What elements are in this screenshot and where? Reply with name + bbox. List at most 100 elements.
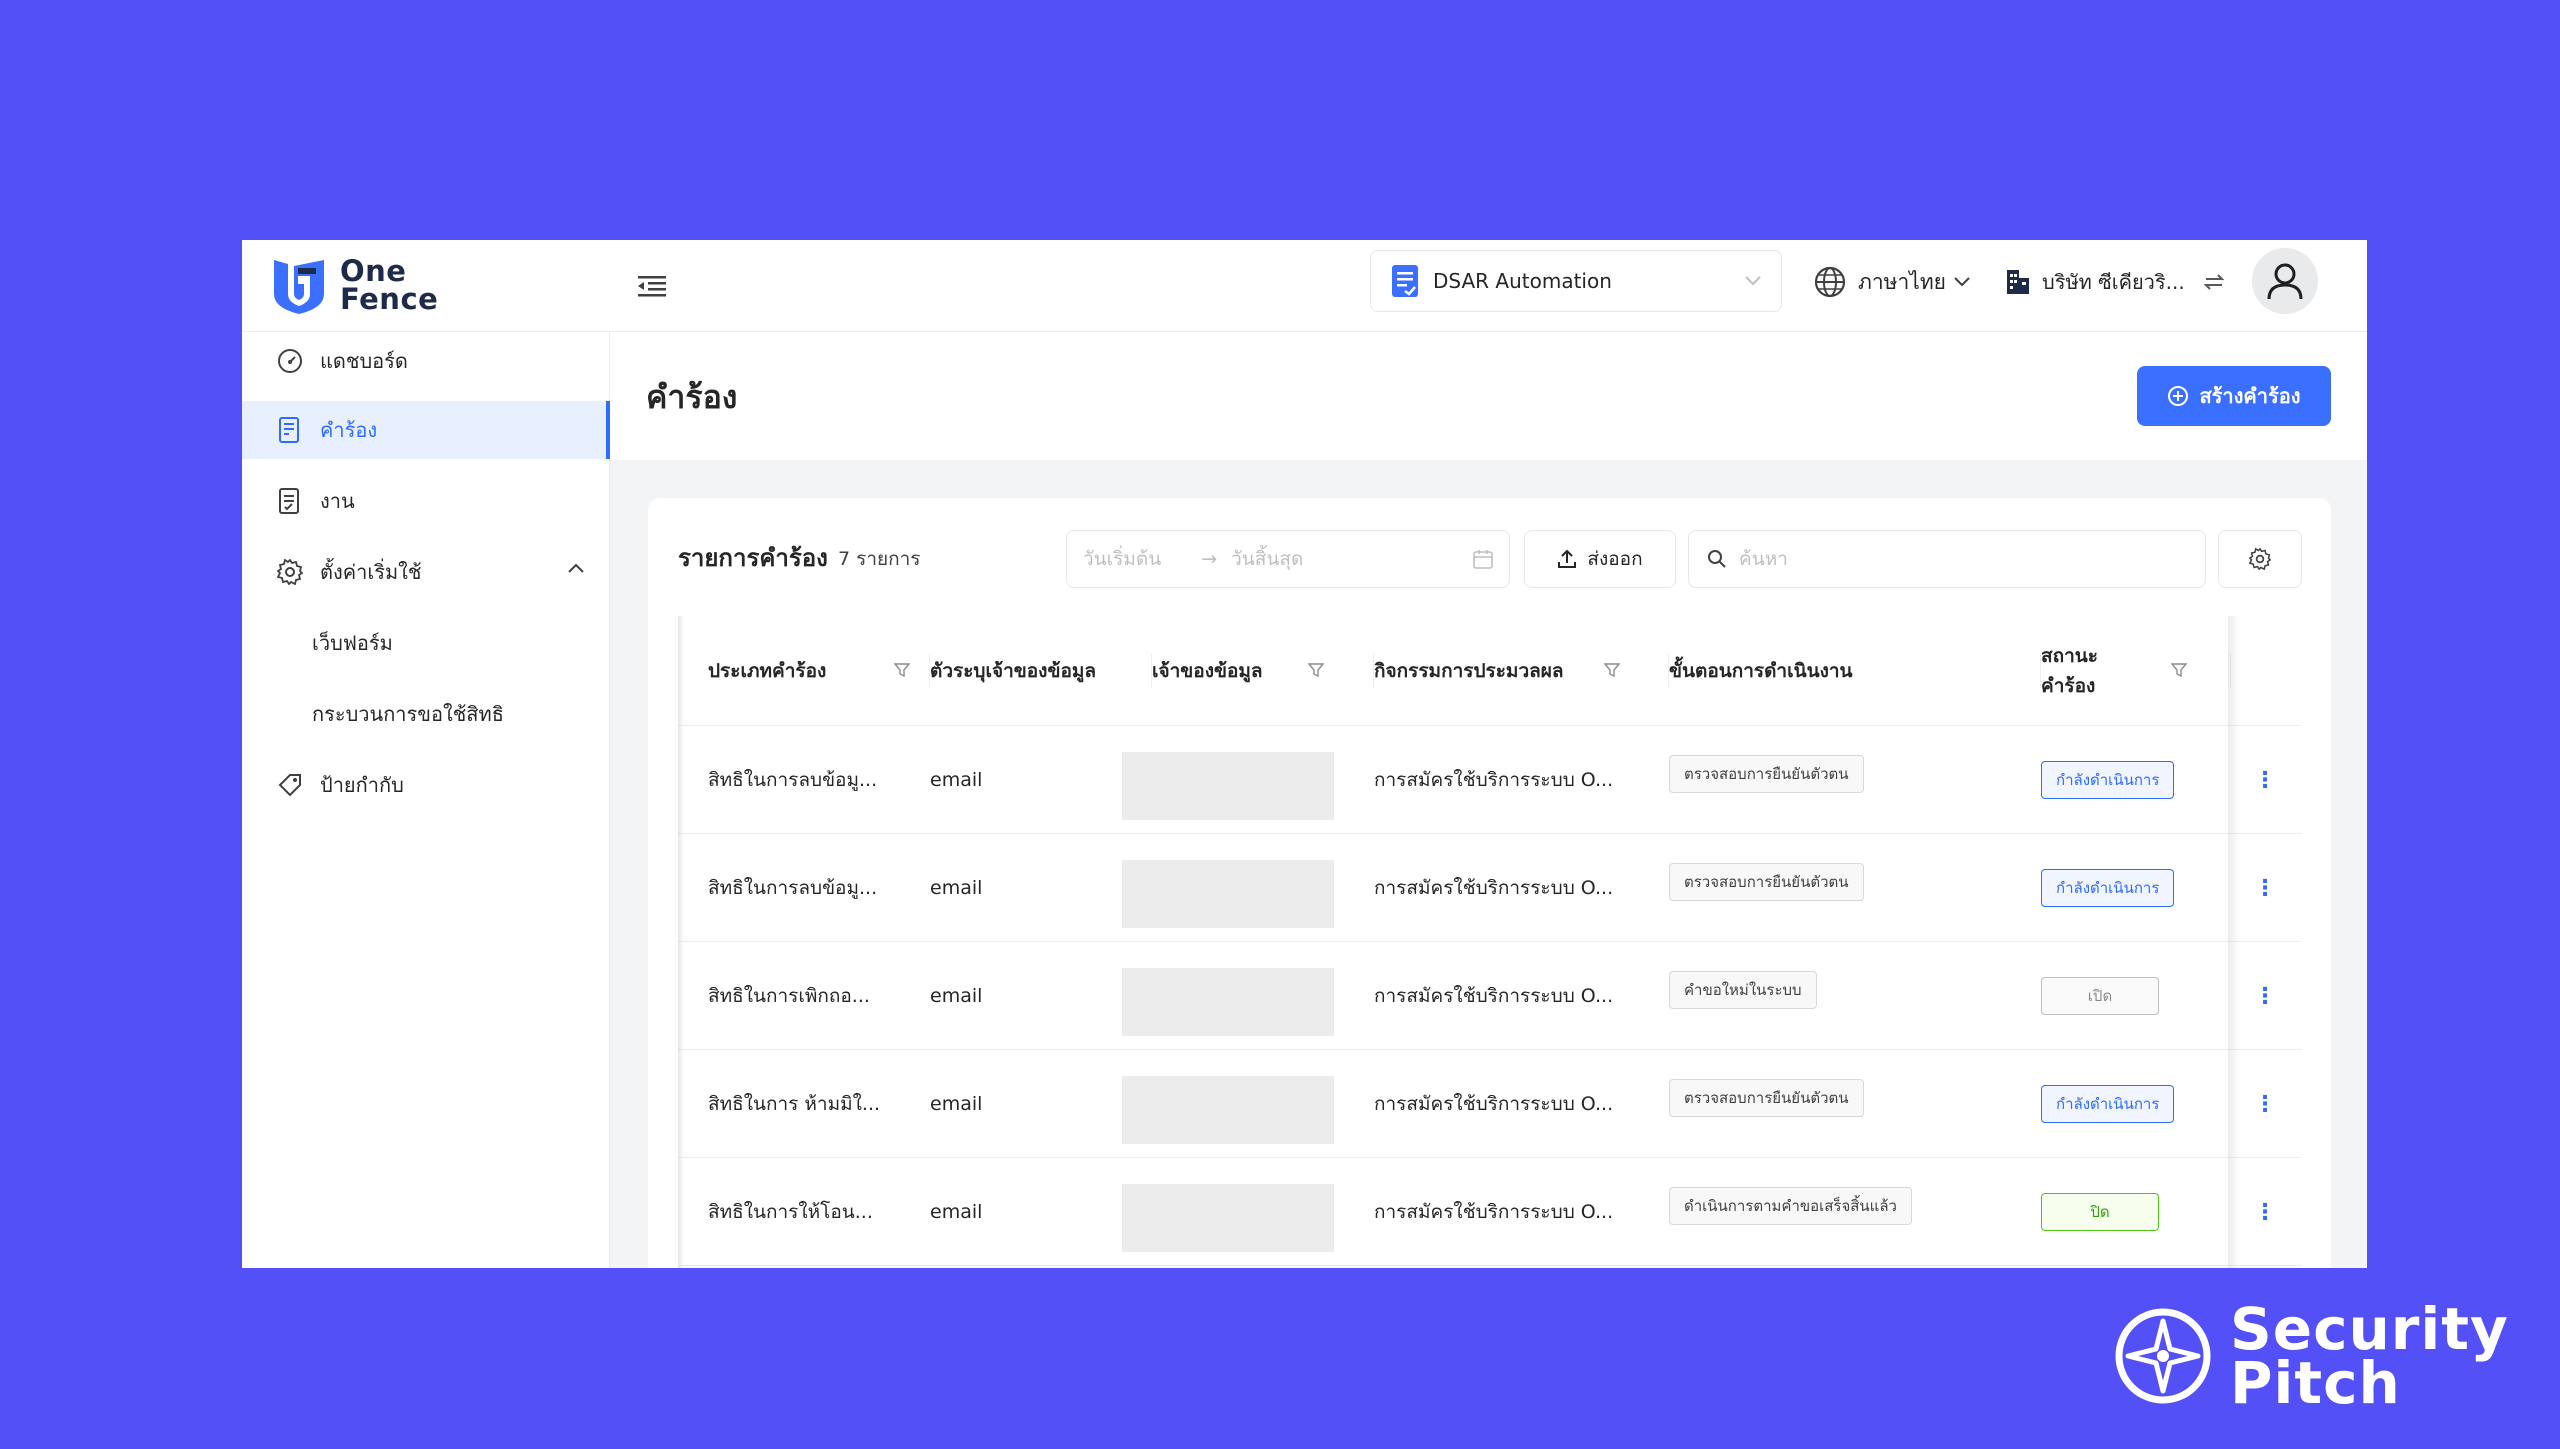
sidebar-item-label: ตั้งค่าเริ่มใช้ (320, 560, 422, 584)
table-row[interactable]: สิทธิในการลบข้อมู... email การสมัครใช้บร… (678, 726, 2302, 834)
shield-logo-icon (274, 260, 324, 314)
cell-request-type: สิทธิในการลบข้อมู... (708, 769, 878, 791)
status-badge[interactable]: กำลังดำเนินการ (2041, 869, 2175, 907)
list-title: รายการคำร้อง (678, 544, 828, 572)
cell-activity: การสมัครใช้บริการระบบ O... (1374, 877, 1614, 899)
top-bar: One Fence DSAR Automation ภาษาไทย บริษัท… (242, 240, 2367, 332)
cell-identifier: email (930, 769, 983, 791)
cell-request-type: สิทธิในการ ห้ามมิใ... (708, 1093, 881, 1115)
redacted-owner (1122, 752, 1334, 820)
menu-collapse-button[interactable] (630, 264, 674, 308)
sidebar-item-rights-process[interactable]: กระบวนการขอใช้สิทธิ (242, 685, 610, 743)
row-more-icon[interactable]: ⋮ (2253, 1198, 2277, 1226)
export-label: ส่งออก (1587, 548, 1643, 570)
user-icon (2267, 263, 2303, 300)
date-range-picker[interactable]: วันเริ่มต้น → วันสิ้นสุด (1066, 530, 1510, 588)
sidebar-item-label: คำร้อง (320, 418, 378, 442)
sidebar-item-tags[interactable]: ป้ายกำกับ (242, 756, 610, 814)
row-more-icon[interactable]: ⋮ (2253, 982, 2277, 1010)
scroll-shadow-left (678, 616, 684, 1268)
status-badge[interactable]: กำลังดำเนินการ (2041, 761, 2175, 799)
export-button[interactable]: ส่งออก (1524, 530, 1676, 588)
table-settings-button[interactable] (2218, 530, 2302, 588)
column-header-activity: กิจกรรมการประมวลผล (1374, 616, 1669, 726)
table-row[interactable]: สิทธิในการเพิกถอ... email การสมัครใช้บริ… (678, 942, 2302, 1050)
cell-activity: การสมัครใช้บริการระบบ O... (1374, 769, 1614, 791)
brand-line1: Security (2230, 1295, 2509, 1363)
sidebar-item-label: แดชบอร์ด (320, 349, 408, 373)
filter-icon[interactable] (1604, 662, 1620, 678)
step-tag: คำขอใหม่ในระบบ (1669, 971, 1817, 1009)
column-header-label: กิจกรรมการประมวลผล (1374, 660, 1564, 682)
switch-company-button[interactable] (2198, 266, 2230, 298)
list-count: 7 รายการ (838, 548, 921, 570)
redacted-owner (1122, 968, 1334, 1036)
sidebar-item-tasks[interactable]: งาน (242, 472, 610, 530)
language-select[interactable]: ภาษาไทย (1814, 260, 1970, 304)
step-tag: ตรวจสอบการยืนยันตัวตน (1669, 1079, 1864, 1117)
document-icon (1392, 265, 1418, 297)
sidebar: แดชบอร์ด คำร้อง งาน ตั้งค่าเริ่มใช้ เว็บ… (242, 332, 610, 1268)
column-header-label: ขั้นตอนการดำเนินงาน (1669, 660, 1853, 682)
calendar-icon (1473, 550, 1493, 569)
table-row[interactable]: สิทธิในการให้โอน... email การสมัครใช้บริ… (678, 1158, 2302, 1266)
column-header-type: ประเภทคำร้อง (708, 616, 930, 726)
compass-star-icon (2115, 1308, 2211, 1404)
sidebar-item-webform[interactable]: เว็บฟอร์ม (242, 614, 610, 672)
create-request-label: สร้างคำร้อง (2199, 384, 2301, 408)
column-header-label: ตัวระบุเจ้าของข้อมูล (930, 660, 1097, 682)
search-icon (1708, 550, 1726, 568)
filter-icon[interactable] (894, 662, 910, 678)
status-badge[interactable]: กำลังดำเนินการ (2041, 1085, 2175, 1123)
onefence-logo[interactable]: One Fence (268, 250, 438, 320)
create-request-button[interactable]: สร้างคำร้อง (2137, 366, 2331, 426)
row-more-icon[interactable]: ⋮ (2253, 766, 2277, 794)
table-row[interactable]: สิทธิในการ ห้ามมิใ... email การสมัครใช้บ… (678, 1050, 2302, 1158)
company-label: บริษัท ซีเคียวริ... (2042, 270, 2185, 294)
tag-icon (276, 771, 304, 799)
logo-text-line1: One (340, 254, 407, 288)
column-header-label: คำร้อง (2041, 675, 2096, 697)
table-header: ประเภทคำร้อง ตัวระบุเจ้าของข้อมูล เจ้าขอ… (678, 616, 2302, 726)
column-header-label: สถานะ (2041, 645, 2098, 667)
row-more-icon[interactable]: ⋮ (2253, 874, 2277, 902)
filter-icon[interactable] (1308, 662, 1324, 678)
table-row[interactable]: สิทธิในการลบข้อมู... email การสมัครใช้บร… (678, 834, 2302, 942)
column-header-step: ขั้นตอนการดำเนินงาน (1669, 616, 2041, 726)
column-header-identifier: ตัวระบุเจ้าของข้อมูล (930, 616, 1152, 726)
product-select[interactable]: DSAR Automation (1370, 250, 1782, 312)
request-form-icon (276, 416, 304, 444)
filter-icon[interactable] (2171, 662, 2187, 678)
cell-activity: การสมัครใช้บริการระบบ O... (1374, 985, 1614, 1007)
cell-identifier: email (930, 1201, 983, 1223)
chevron-down-icon (1954, 277, 1970, 287)
task-list-icon (276, 487, 304, 515)
user-avatar[interactable] (2252, 248, 2318, 314)
chevron-down-icon (1745, 276, 1761, 286)
sidebar-item-label: งาน (320, 489, 355, 513)
sidebar-item-dashboard[interactable]: แดชบอร์ด (242, 332, 610, 390)
row-more-icon[interactable]: ⋮ (2253, 1090, 2277, 1118)
gear-icon (2249, 548, 2271, 570)
product-select-label: DSAR Automation (1433, 269, 1612, 293)
requests-table: ประเภทคำร้อง ตัวระบุเจ้าของข้อมูล เจ้าขอ… (678, 616, 2302, 1268)
menu-fold-icon (638, 276, 666, 297)
cell-identifier: email (930, 985, 983, 1007)
sidebar-item-label: ป้ายกำกับ (320, 773, 404, 797)
search-input[interactable] (1739, 548, 2179, 570)
cell-activity: การสมัครใช้บริการระบบ O... (1374, 1201, 1614, 1223)
step-tag: ตรวจสอบการยืนยันตัวตน (1669, 755, 1864, 793)
sidebar-item-requests[interactable]: คำร้อง (242, 401, 610, 459)
plus-circle-icon (2168, 386, 2189, 406)
logo-text-line2: Fence (340, 282, 439, 316)
status-badge[interactable]: ปิด (2041, 1193, 2159, 1231)
cell-activity: การสมัครใช้บริการระบบ O... (1374, 1093, 1614, 1115)
cell-request-type: สิทธิในการให้โอน... (708, 1201, 873, 1223)
sidebar-item-settings[interactable]: ตั้งค่าเริ่มใช้ (242, 543, 610, 601)
redacted-owner (1122, 860, 1334, 928)
search-box[interactable] (1688, 530, 2206, 588)
company-select[interactable]: บริษัท ซีเคียวริ... (2006, 260, 2185, 304)
brand-line2: Pitch (2230, 1349, 2401, 1417)
status-badge[interactable]: เปิด (2041, 977, 2159, 1015)
request-list-card: รายการคำร้อง 7 รายการ วันเริ่มต้น → วันส… (648, 498, 2331, 1268)
